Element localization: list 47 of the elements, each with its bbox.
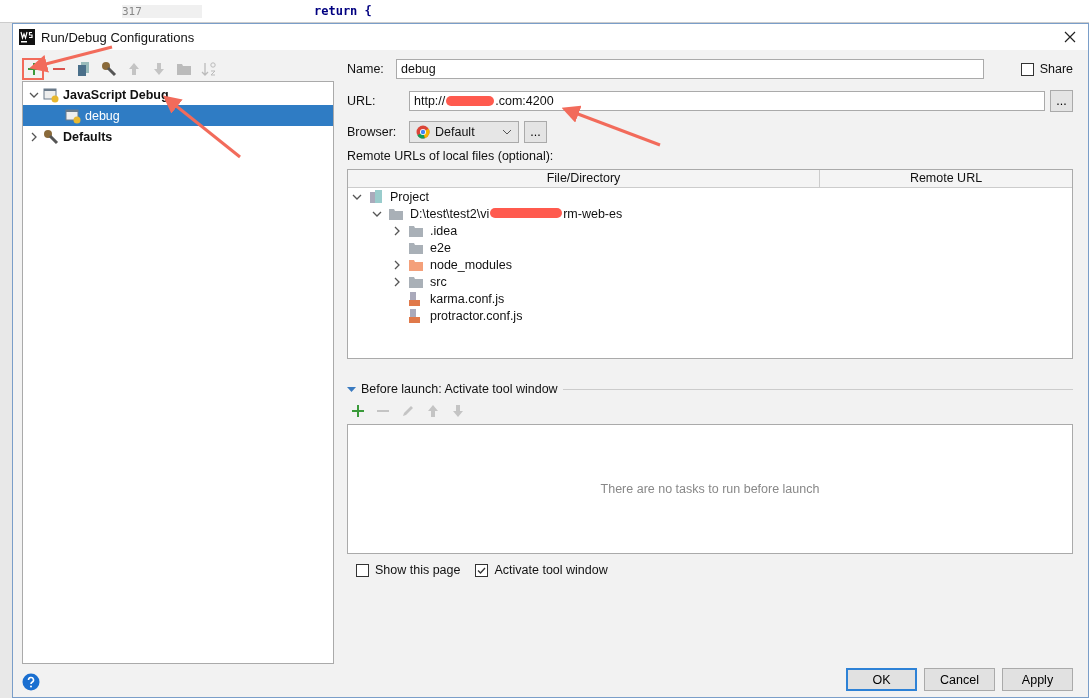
checkbox[interactable]: Show this page: [356, 563, 461, 577]
checkbox[interactable]: Activate tool window: [475, 563, 608, 577]
window-title: Run/Debug Configurations: [41, 29, 196, 45]
tree-item[interactable]: Defaults: [23, 126, 333, 147]
project-icon: [368, 188, 384, 205]
close-icon[interactable]: [1064, 31, 1076, 43]
app-logo-icon: [19, 29, 35, 45]
share-checkbox[interactable]: Share: [1020, 62, 1073, 76]
tree-item[interactable]: D:\test\test2\vi rm-web-es: [410, 206, 623, 221]
url-field[interactable]: http:// .com:4200: [409, 91, 1045, 111]
chevron-right-icon[interactable]: [392, 276, 402, 287]
browse-button[interactable]: ...: [1050, 90, 1073, 112]
browser-icon: [416, 125, 430, 139]
debug-config-icon: [43, 86, 59, 103]
tree-item[interactable]: node_modules: [430, 257, 512, 272]
browser-label: Browser:: [347, 125, 398, 139]
help-icon[interactable]: [22, 673, 40, 691]
browser-dropdown[interactable]: Default: [409, 121, 519, 143]
tree-item[interactable]: karma.conf.js: [430, 291, 505, 306]
browse-button[interactable]: ...: [524, 121, 547, 143]
column-header[interactable]: File/Directory: [348, 170, 820, 187]
dialog-button[interactable]: Cancel: [924, 668, 995, 691]
add-icon[interactable]: [349, 402, 367, 420]
caret-icon: [502, 127, 512, 137]
empty-message: There are no tasks to run before launch: [600, 482, 820, 496]
tree-item[interactable]: .idea: [430, 223, 458, 238]
ok-button[interactable]: OK: [846, 668, 917, 691]
chevron-right-icon[interactable]: [29, 131, 39, 142]
chevron-right-icon[interactable]: [392, 259, 402, 270]
debug-config-icon: [65, 107, 81, 124]
section-label: Remote URLs of local files (optional):: [347, 149, 555, 163]
highlight-box: [22, 58, 44, 80]
tree-item[interactable]: debug: [23, 105, 333, 126]
triangle-down-icon[interactable]: [347, 384, 356, 394]
section-title: Before launch: Activate tool window: [361, 382, 558, 396]
tree-item[interactable]: protractor.conf.js: [430, 308, 523, 323]
chevron-right-icon[interactable]: [392, 225, 402, 236]
url-label: URL:: [347, 94, 377, 108]
code-line: return {: [314, 4, 372, 18]
line-number: 317: [122, 4, 202, 18]
dialog-button[interactable]: Apply: [1002, 668, 1073, 691]
name-label: Name:: [347, 62, 385, 76]
tree-item[interactable]: src: [430, 274, 447, 289]
name-field[interactable]: debug: [396, 59, 984, 79]
tree-item[interactable]: Project: [390, 189, 429, 204]
column-header[interactable]: Remote URL: [820, 170, 1072, 187]
tree-item[interactable]: e2e: [430, 240, 451, 255]
